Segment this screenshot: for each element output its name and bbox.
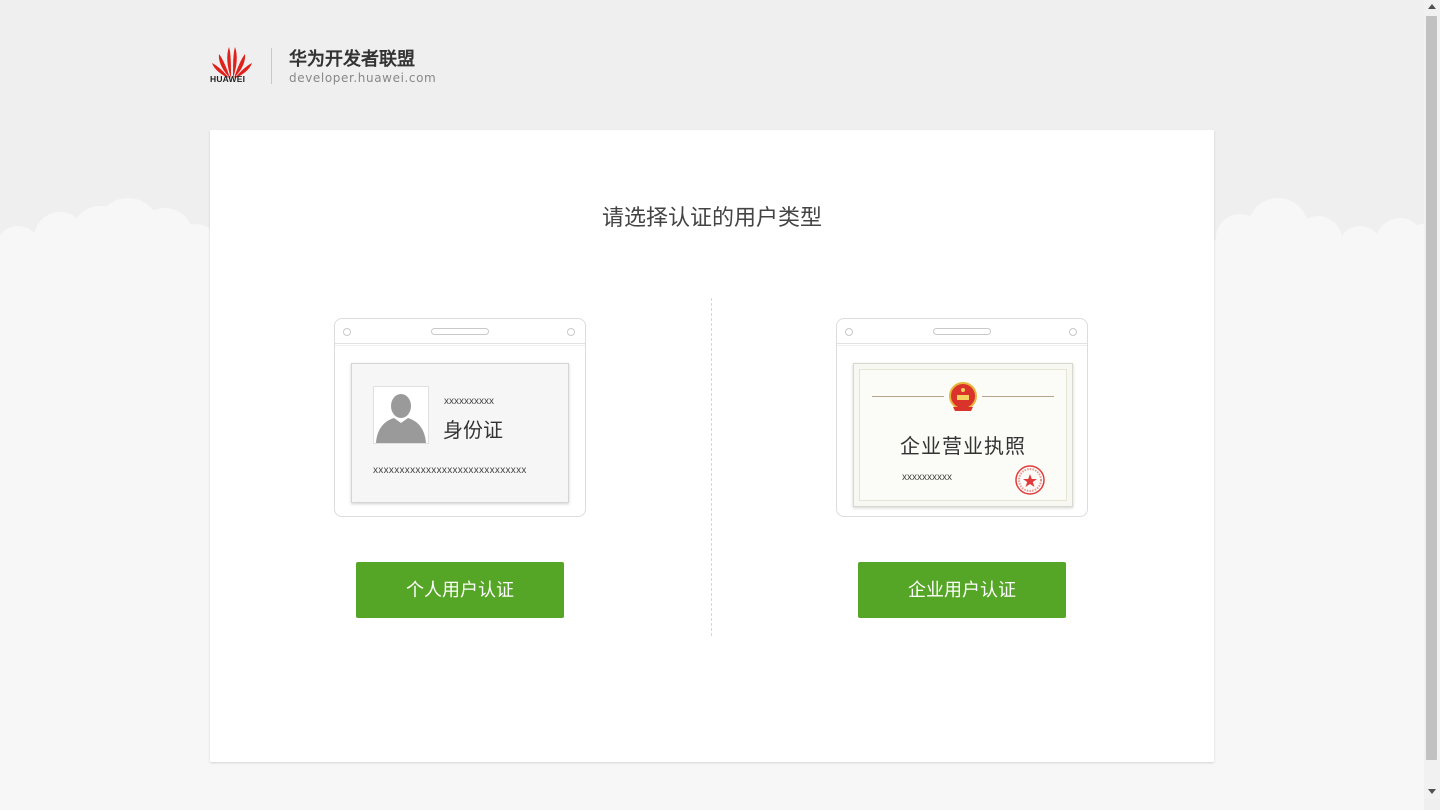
holder-top-line <box>837 345 1087 346</box>
options-divider <box>711 298 712 636</box>
vertical-scrollbar[interactable] <box>1424 0 1440 799</box>
brand-title[interactable]: 华为开发者联盟 <box>289 45 415 71</box>
id-photo <box>373 386 429 444</box>
license-placeholder-text: xxxxxxxxxx <box>902 472 952 483</box>
license-line-right <box>982 396 1054 397</box>
id-card-illustration: xxxxxxxxxx 身份证 xxxxxxxxxxxxxxxxxxxxxxxxx… <box>351 363 569 503</box>
header-divider <box>271 48 272 84</box>
enterprise-auth-button[interactable]: 企业用户认证 <box>858 562 1066 618</box>
logo-text: HUAWEI <box>210 74 246 84</box>
red-seal-icon <box>1015 465 1045 495</box>
license-holder: 企业营业执照 xxxxxxxxxx <box>836 318 1088 517</box>
holder-hole-right <box>1069 328 1077 336</box>
id-card-holder: xxxxxxxxxx 身份证 xxxxxxxxxxxxxxxxxxxxxxxxx… <box>334 318 586 517</box>
person-silhouette-icon <box>376 394 426 443</box>
holder-top-line <box>335 345 585 346</box>
national-emblem-icon <box>949 382 977 411</box>
license-line-left <box>872 396 944 397</box>
holder-hole-right <box>567 328 575 336</box>
page-title: 请选择认证的用户类型 <box>601 206 822 231</box>
auth-type-card: 请选择认证的用户类型 xxxxxxxxxx 身份证 xxxxxxxxxxxxxx… <box>210 130 1214 762</box>
personal-option: xxxxxxxxxx 身份证 xxxxxxxxxxxxxxxxxxxxxxxxx… <box>334 318 586 618</box>
brand-url[interactable]: developer.huawei.com <box>289 71 436 85</box>
license-title: 企业营业执照 <box>900 434 1026 458</box>
holder-slot <box>431 328 489 335</box>
id-number-text: xxxxxxxxxxxxxxxxxxxxxxxxxxxxx <box>373 465 527 476</box>
scroll-down-arrow-icon[interactable] <box>1428 789 1436 794</box>
holder-hole-left <box>845 328 853 336</box>
holder-slot <box>933 328 991 335</box>
business-license-illustration: 企业营业执照 xxxxxxxxxx <box>853 363 1073 507</box>
id-card-title: 身份证 <box>443 418 503 442</box>
scroll-up-arrow-icon[interactable] <box>1428 4 1436 9</box>
personal-auth-button[interactable]: 个人用户认证 <box>356 562 564 618</box>
enterprise-option: 企业营业执照 xxxxxxxxxx 企业用户认证 <box>836 318 1088 618</box>
id-placeholder-text: xxxxxxxxxx <box>444 396 494 407</box>
scrollbar-thumb[interactable] <box>1426 16 1437 760</box>
holder-hole-left <box>343 328 351 336</box>
